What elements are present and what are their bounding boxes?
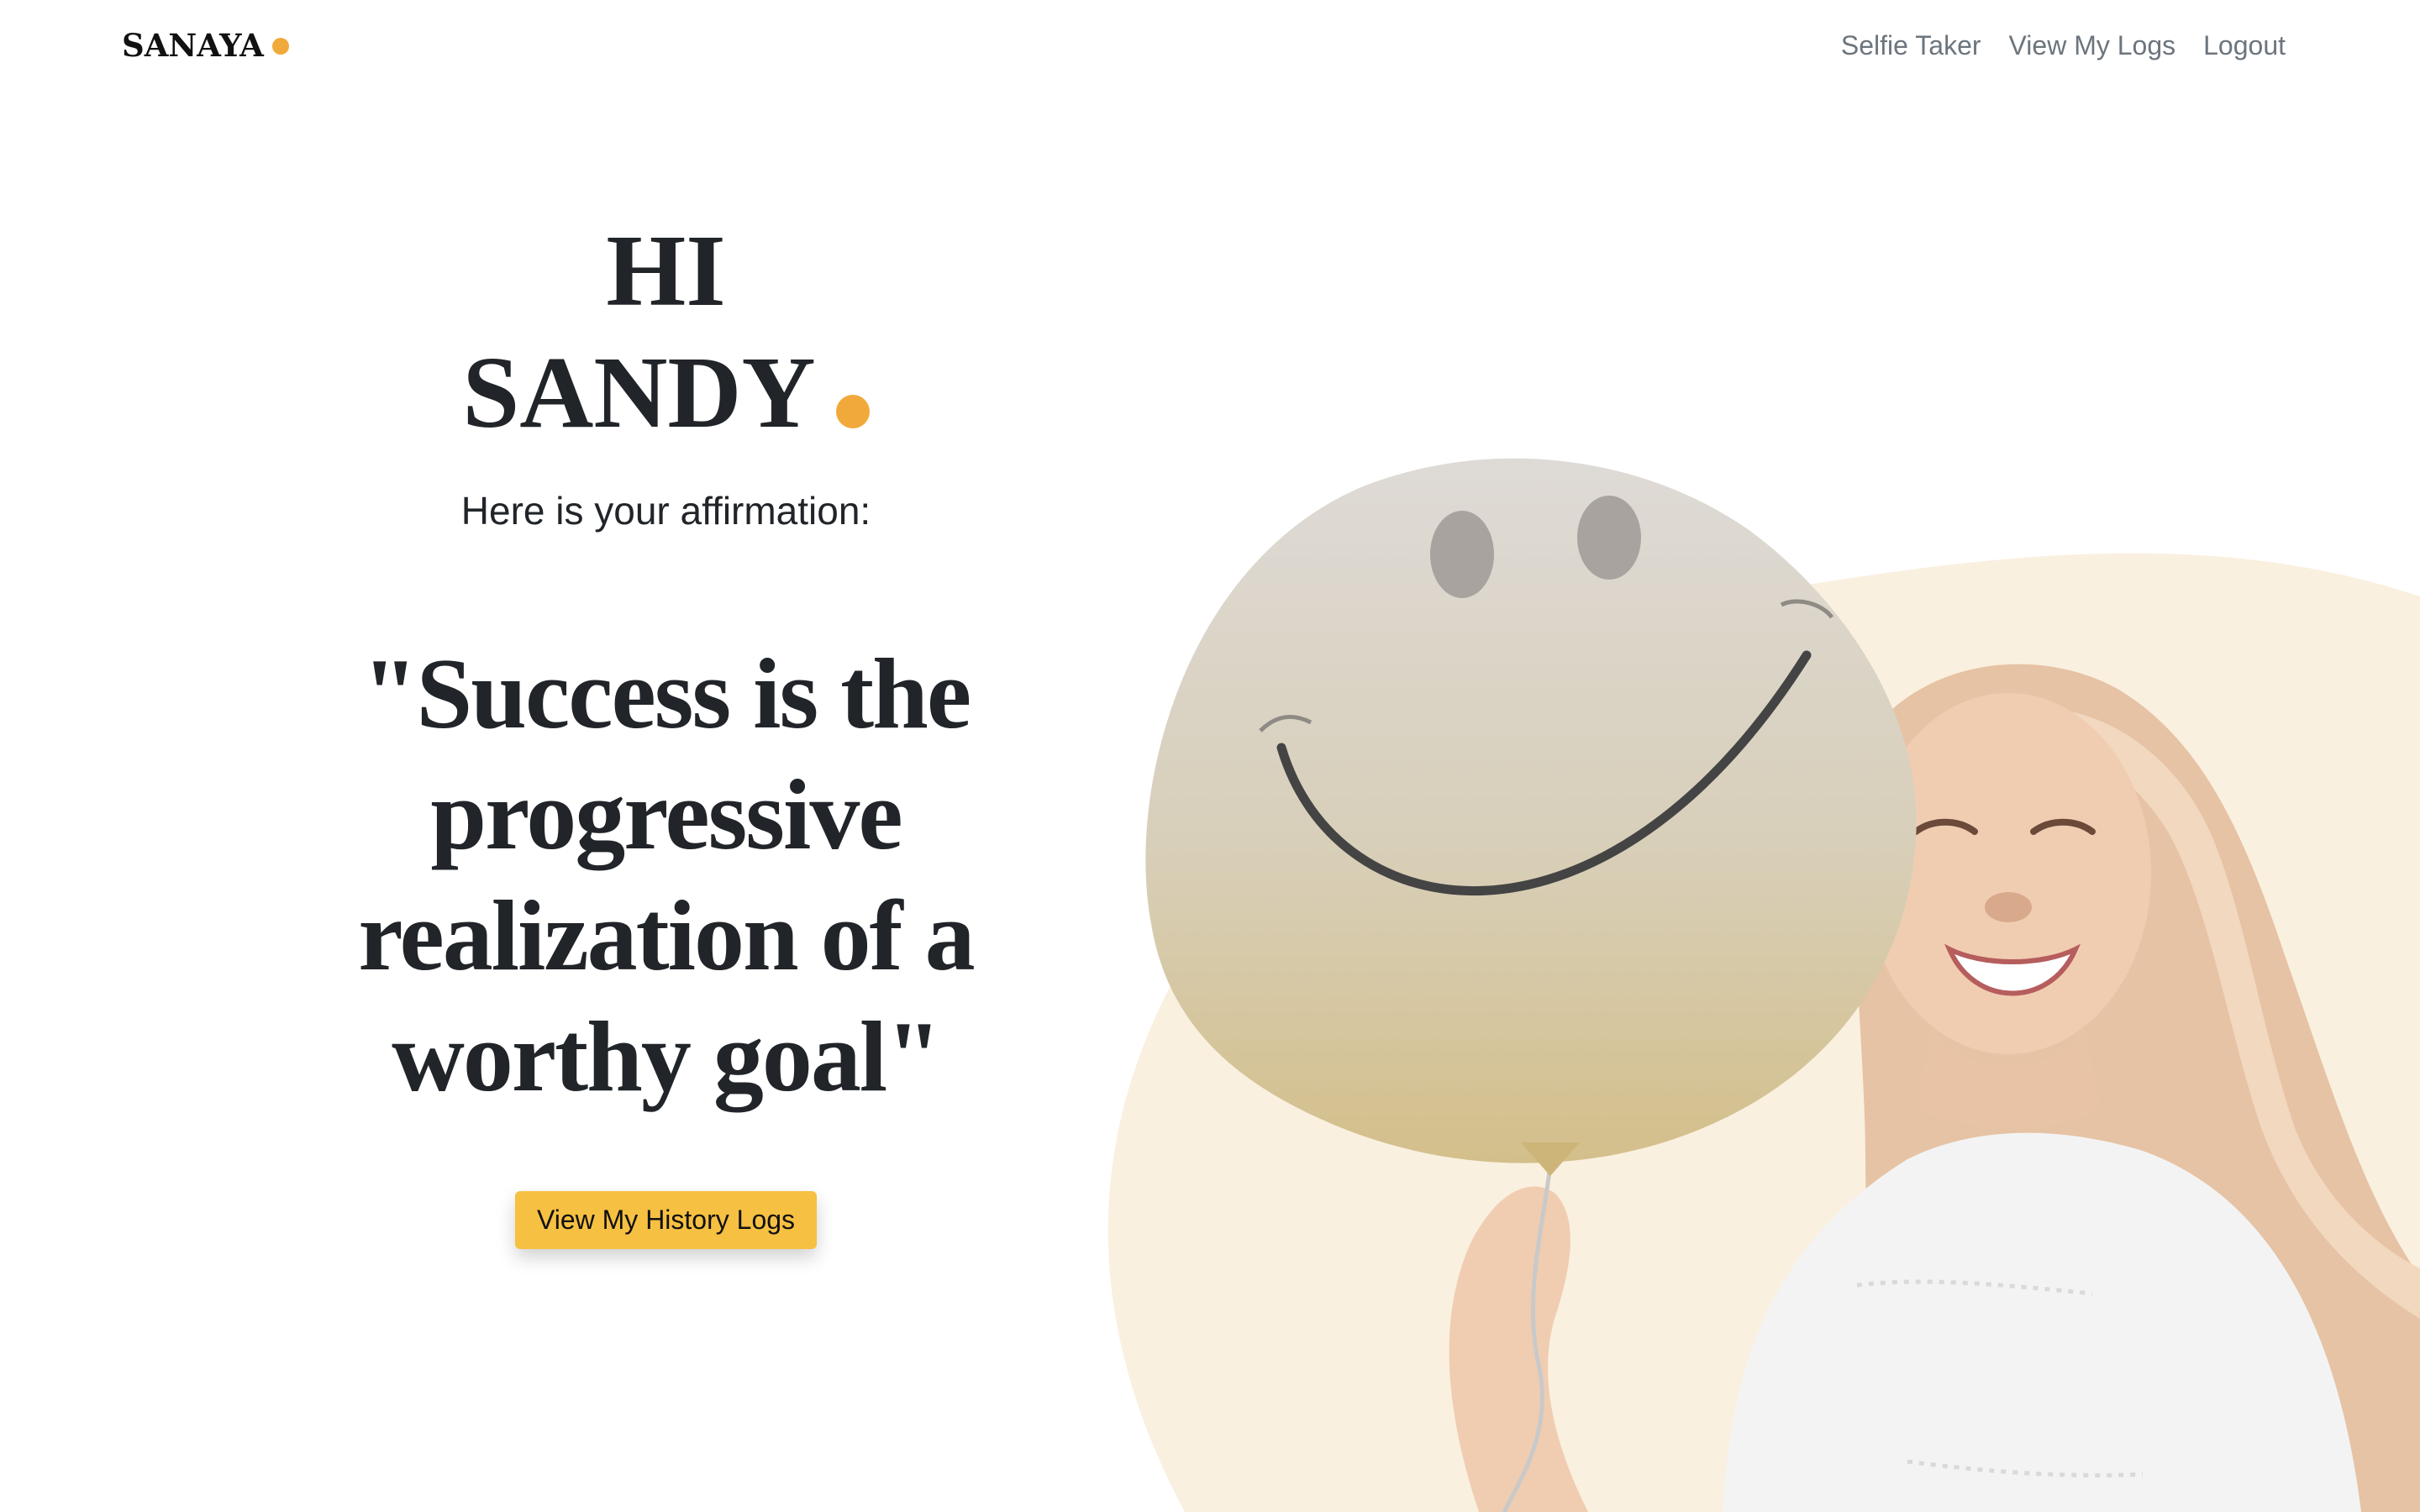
greeting-line-1: HI [606, 214, 726, 328]
affirmation-intro: Here is your affirmation: [460, 489, 871, 533]
nav-link-view-my-logs[interactable]: View My Logs [2009, 30, 2176, 61]
view-history-logs-button[interactable]: View My History Logs [514, 1191, 818, 1249]
hero-content: HI SANDY Here is your affirmation: "Succ… [252, 210, 1080, 1249]
nav-link-selfie-taker[interactable]: Selfie Taker [1841, 30, 1981, 61]
balloon-shape [1145, 458, 1917, 1163]
brand-logo[interactable]: SANAYA [122, 27, 289, 64]
user-name: SANDY [462, 336, 816, 449]
smiling-woman-with-balloon-icon [1107, 458, 2420, 1512]
brand-name: SANAYA [122, 27, 264, 64]
hero-image [1084, 437, 2420, 1512]
navbar: SANAYA Selfie Taker View My Logs Logout [0, 0, 2420, 97]
nav-link-logout[interactable]: Logout [2203, 30, 2286, 61]
greeting-line-2: SANDY [252, 332, 1080, 454]
accent-dot-icon [835, 395, 870, 428]
nav-links: Selfie Taker View My Logs Logout [1841, 30, 2286, 61]
affirmation-quote: "Success is the progressive realization … [358, 638, 975, 1112]
greeting-heading: HI SANDY [252, 210, 1080, 454]
brand-dot-icon [271, 38, 289, 55]
